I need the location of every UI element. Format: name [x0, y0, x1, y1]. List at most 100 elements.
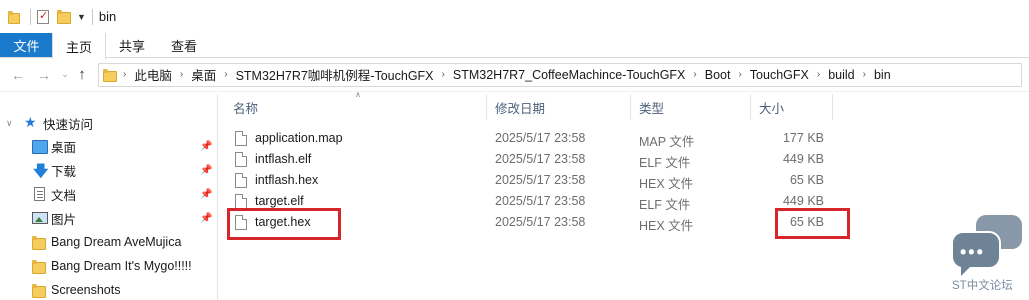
- column-header-modified[interactable]: 修改日期: [487, 94, 631, 120]
- file-modified: 2025/5/17 23:58: [495, 215, 586, 229]
- file-name: intflash.elf: [255, 152, 312, 166]
- file-type: ELF 文件: [639, 198, 691, 212]
- breadcrumb-bin[interactable]: bin: [874, 68, 891, 82]
- folder-icon: [8, 10, 20, 24]
- file-row[interactable]: application.map 2025/5/17 23:58 MAP 文件 1…: [229, 128, 849, 149]
- chevron-right-icon[interactable]: ›: [180, 69, 183, 80]
- chevron-right-icon[interactable]: ›: [224, 69, 227, 80]
- new-folder-icon[interactable]: [57, 9, 71, 24]
- column-header-type[interactable]: 类型: [631, 94, 751, 120]
- file-icon: [235, 173, 247, 188]
- sidebar-item-label: 快速访问: [43, 117, 94, 132]
- star-icon: ★: [24, 114, 37, 130]
- column-headers: ∧ 名称 修改日期 类型 大小: [219, 90, 1029, 120]
- pin-icon[interactable]: 📌: [200, 213, 212, 224]
- file-type: MAP 文件: [639, 135, 695, 149]
- chevron-right-icon: ›: [123, 69, 127, 80]
- sidebar-item-downloads[interactable]: 🡇 下载 📌: [0, 159, 218, 181]
- file-modified: 2025/5/17 23:58: [495, 194, 586, 208]
- file-size: 65 KB: [789, 173, 824, 187]
- file-size: 177 KB: [782, 131, 824, 145]
- sidebar-item-label: Bang Dream It's Mygo!!!!!: [51, 259, 192, 273]
- highlight-box-filename: [227, 208, 341, 240]
- chevron-right-icon[interactable]: ›: [863, 69, 866, 80]
- sidebar-item-pictures[interactable]: 图片 📌: [0, 207, 218, 229]
- breadcrumb-project[interactable]: STM32H7R7咖啡机例程-TouchGFX: [236, 65, 434, 84]
- file-name: application.map: [255, 131, 343, 145]
- chevron-down-icon[interactable]: ∨: [6, 118, 13, 129]
- address-bar[interactable]: › 此电脑 › 桌面 › STM32H7R7咖啡机例程-TouchGFX › S…: [98, 62, 1022, 87]
- file-name: intflash.hex: [255, 173, 319, 187]
- file-modified: 2025/5/17 23:58: [495, 131, 586, 145]
- file-icon: [235, 131, 247, 146]
- sidebar-item-avemujica[interactable]: Bang Dream AveMujica: [0, 231, 218, 253]
- sidebar-item-label: 图片: [51, 212, 77, 227]
- file-type: HEX 文件: [639, 177, 694, 191]
- folder-icon: [32, 259, 46, 274]
- sidebar-item-screenshots[interactable]: Screenshots: [0, 279, 218, 300]
- sidebar-item-desktop[interactable]: 桌面 📌: [0, 135, 218, 157]
- folder-icon: [32, 235, 46, 250]
- breadcrumb-boot[interactable]: Boot: [705, 68, 731, 82]
- breadcrumb-desktop[interactable]: 桌面: [191, 65, 216, 84]
- desktop-icon: [32, 140, 48, 154]
- sidebar-item-label: 文档: [51, 188, 77, 203]
- chevron-right-icon[interactable]: ›: [738, 69, 741, 80]
- breadcrumb-touchgfx[interactable]: TouchGFX: [750, 68, 809, 82]
- file-modified: 2025/5/17 23:58: [495, 152, 586, 166]
- file-type: HEX 文件: [639, 219, 694, 233]
- tab-view[interactable]: 查看: [158, 33, 210, 57]
- file-name: target.elf: [255, 194, 304, 208]
- pin-icon[interactable]: 📌: [200, 165, 212, 176]
- recent-locations-button[interactable]: ⌄: [58, 69, 72, 80]
- tab-file[interactable]: 文件: [0, 33, 52, 57]
- file-size: 449 KB: [782, 194, 824, 208]
- toolbar-divider: [91, 8, 93, 25]
- properties-icon[interactable]: [37, 9, 49, 24]
- folder-icon: [103, 68, 117, 82]
- file-row[interactable]: intflash.hex 2025/5/17 23:58 HEX 文件 65 K…: [229, 170, 849, 191]
- pin-icon[interactable]: 📌: [200, 189, 212, 200]
- navigation-pane: ∨ ★ 快速访问 桌面 📌 🡇 下载 📌 文档 📌 图片 📌 Bang Drea…: [0, 94, 218, 300]
- watermark: ••• ST中文论坛: [946, 215, 1026, 295]
- sidebar-item-label: Screenshots: [51, 283, 121, 297]
- tab-share[interactable]: 共享: [106, 33, 158, 57]
- chevron-right-icon[interactable]: ›: [693, 69, 696, 80]
- picture-icon: [32, 212, 48, 224]
- customize-toolbar-dropdown-icon[interactable]: ▼: [77, 12, 86, 22]
- ellipsis-dots: •••: [960, 242, 985, 262]
- ribbon-tabs: 文件 主页 共享 查看: [0, 33, 1029, 59]
- quick-access-toolbar: ▼: [0, 0, 99, 33]
- sidebar-item-label: 桌面: [51, 140, 77, 155]
- breadcrumb-coffee-machine[interactable]: STM32H7R7_CoffeeMachince-TouchGFX: [453, 68, 686, 82]
- chevron-right-icon[interactable]: ›: [817, 69, 820, 80]
- navigation-bar: ← → ⌄ ↑ › 此电脑 › 桌面 › STM32H7R7咖啡机例程-Touc…: [0, 58, 1029, 92]
- back-button[interactable]: ←: [8, 67, 28, 83]
- file-icon: [235, 194, 247, 209]
- file-row[interactable]: intflash.elf 2025/5/17 23:58 ELF 文件 449 …: [229, 149, 849, 170]
- up-button[interactable]: ↑: [72, 66, 92, 83]
- sidebar-item-quick-access[interactable]: ∨ ★ 快速访问: [0, 112, 218, 134]
- breadcrumb-this-pc[interactable]: 此电脑: [134, 65, 172, 84]
- tab-home[interactable]: 主页: [52, 33, 107, 59]
- folder-icon: [32, 283, 46, 298]
- file-icon: [235, 152, 247, 167]
- breadcrumb-build[interactable]: build: [828, 68, 854, 82]
- watermark-text: ST中文论坛: [952, 280, 1013, 292]
- pin-icon[interactable]: 📌: [200, 141, 212, 152]
- sidebar-item-documents[interactable]: 文档 📌: [0, 183, 218, 205]
- chevron-right-icon[interactable]: ›: [442, 69, 445, 80]
- window-title: bin: [98, 9, 117, 24]
- file-size: 449 KB: [782, 152, 824, 166]
- sidebar-item-label: Bang Dream AveMujica: [51, 235, 182, 249]
- forward-button[interactable]: →: [34, 67, 54, 83]
- toolbar-divider: [30, 8, 31, 25]
- file-type: ELF 文件: [639, 156, 691, 170]
- sidebar-item-label: 下载: [51, 164, 77, 179]
- file-modified: 2025/5/17 23:58: [495, 173, 586, 187]
- column-header-size[interactable]: 大小: [751, 94, 833, 120]
- title-bar: ▼ bin: [0, 0, 1029, 33]
- highlight-box-filesize: [775, 208, 850, 239]
- sidebar-item-mygo[interactable]: Bang Dream It's Mygo!!!!!: [0, 255, 218, 277]
- column-header-name[interactable]: 名称: [225, 94, 487, 120]
